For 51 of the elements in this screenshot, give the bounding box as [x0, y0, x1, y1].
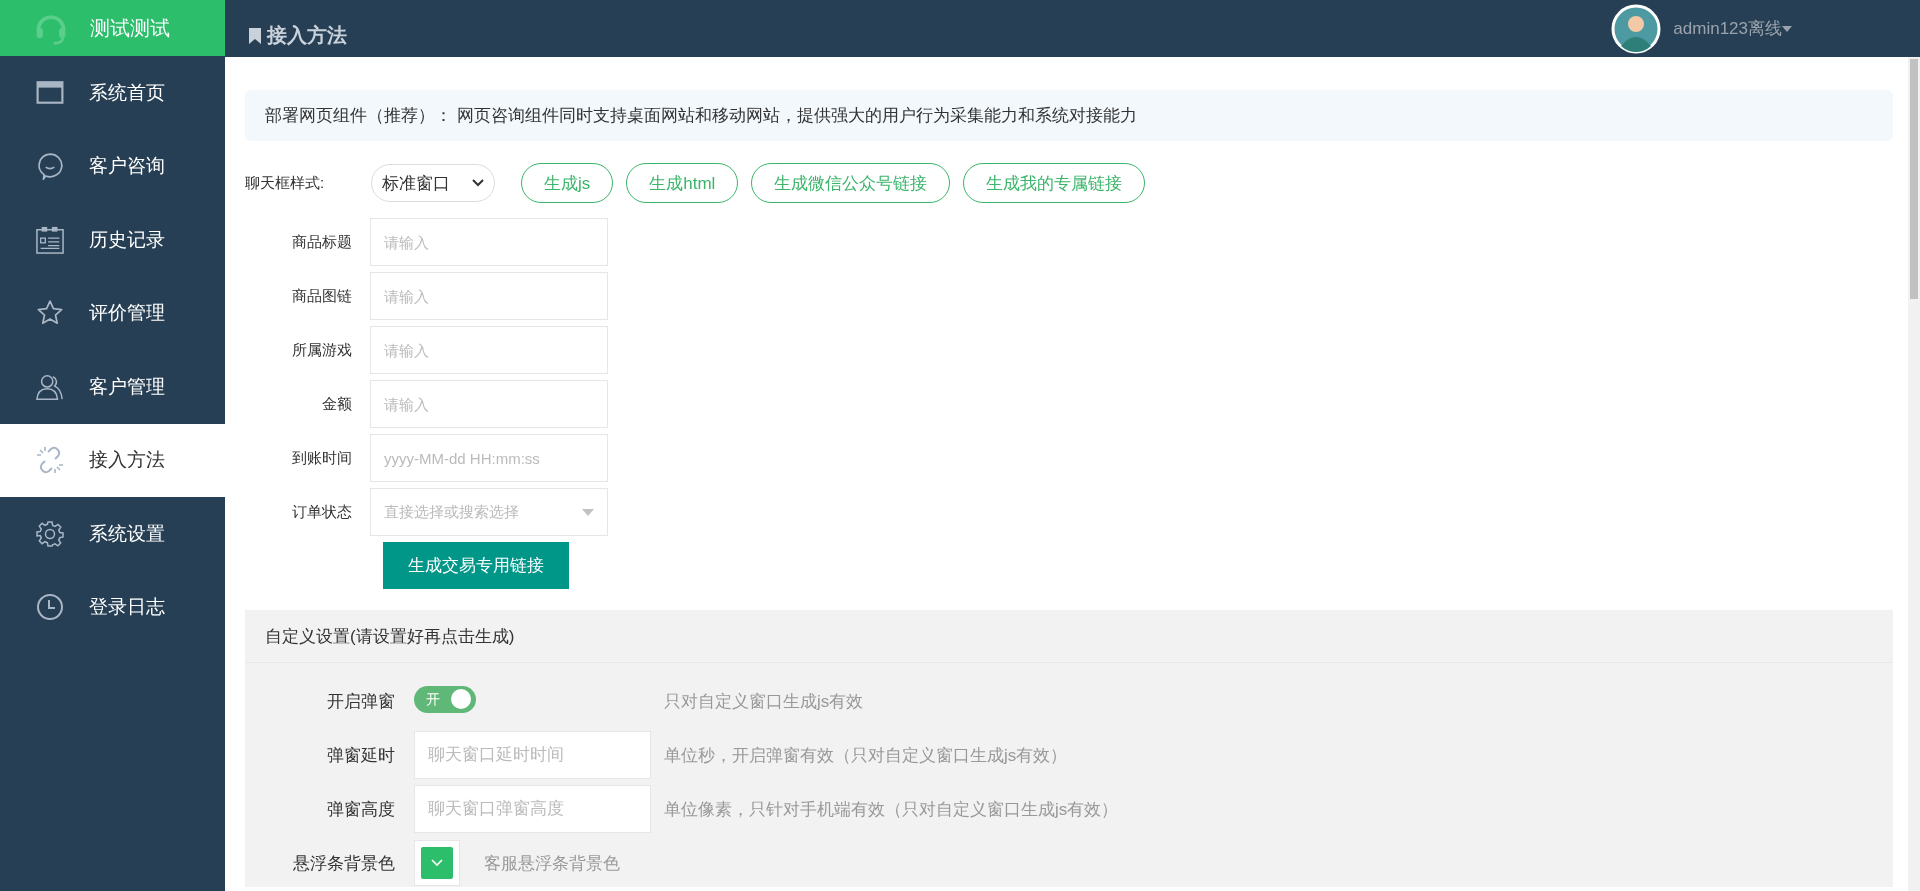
caret-icon: [582, 508, 594, 516]
avatar[interactable]: [1611, 3, 1662, 54]
clock-icon: [36, 593, 64, 622]
field-label: 开启弹窗: [326, 690, 395, 713]
users-icon: [36, 372, 64, 401]
chevron-icon: [472, 179, 484, 187]
sidebar-item[interactable]: 评价管理: [0, 276, 225, 350]
input-field[interactable]: 请输入: [370, 272, 608, 320]
sidebar-item[interactable]: 历史记录: [0, 203, 225, 277]
field-label: 商品标题: [291, 232, 352, 252]
chevron-icon: [431, 859, 443, 867]
field-label: 悬浮条背景色: [292, 852, 395, 875]
field-label: 弹窗高度: [326, 798, 395, 821]
generate-link-button[interactable]: 生成交易专用链接: [383, 542, 569, 589]
sidebar-item[interactable]: 登录日志: [0, 570, 225, 644]
color-picker[interactable]: [414, 840, 460, 886]
sidebar-item[interactable]: 系统首页: [0, 56, 225, 130]
input-field[interactable]: 请输入: [370, 326, 608, 374]
page-title: 接入方法: [267, 23, 347, 48]
scrollbar[interactable]: [1908, 57, 1920, 891]
field-label: 弹窗延时: [326, 744, 395, 767]
window-icon: [36, 78, 64, 107]
broken-link-icon: [36, 446, 64, 475]
settings-icon: [36, 519, 64, 548]
field-label: 聊天框样式:: [245, 173, 326, 193]
input-field[interactable]: yyyy-MM-dd HH:mm:ss: [370, 434, 608, 482]
field-label: 到账时间: [291, 448, 352, 468]
input-field[interactable]: 请输入: [370, 380, 608, 428]
input-field[interactable]: 请输入: [370, 218, 608, 266]
sidebar-item[interactable]: 系统设置: [0, 497, 225, 571]
caret-icon: [1782, 25, 1792, 32]
bookmark-icon: [249, 27, 261, 44]
calendar-icon: [36, 225, 64, 254]
chat-icon: [36, 152, 64, 181]
panel-title: 自定义设置(请设置好再点击生成): [265, 625, 515, 648]
hint-text: 单位像素，只针对手机端有效（只对自定义窗口生成js有效）: [664, 798, 1119, 821]
input-field[interactable]: 聊天窗口弹窗高度: [414, 785, 651, 833]
field-label: 所属游戏: [291, 340, 352, 360]
notice-text: 部署网页组件（推荐）： 网页咨询组件同时支持桌面网站和移动网站，提供强大的用户行为采集能力和系统对接能力: [245, 90, 1893, 141]
sidebar-item[interactable]: 接入方法: [0, 423, 225, 497]
field-label: 金额: [321, 394, 352, 414]
hint-text: 客服悬浮条背景色: [484, 852, 620, 875]
user-menu[interactable]: admin123离线: [1673, 17, 1792, 40]
sidebar-item[interactable]: 客户管理: [0, 350, 225, 424]
sidebar-item[interactable]: 客户咨询: [0, 129, 225, 203]
hint-text: 只对自定义窗口生成js有效: [664, 690, 864, 713]
field-label: 订单状态: [291, 502, 352, 522]
input-field[interactable]: 聊天窗口延时时间: [414, 731, 651, 779]
field-label: 商品图链: [291, 286, 352, 306]
brand-name: 测试测试: [90, 15, 170, 41]
hint-text: 单位秒，开启弹窗有效（只对自定义窗口生成js有效）: [664, 744, 1068, 767]
